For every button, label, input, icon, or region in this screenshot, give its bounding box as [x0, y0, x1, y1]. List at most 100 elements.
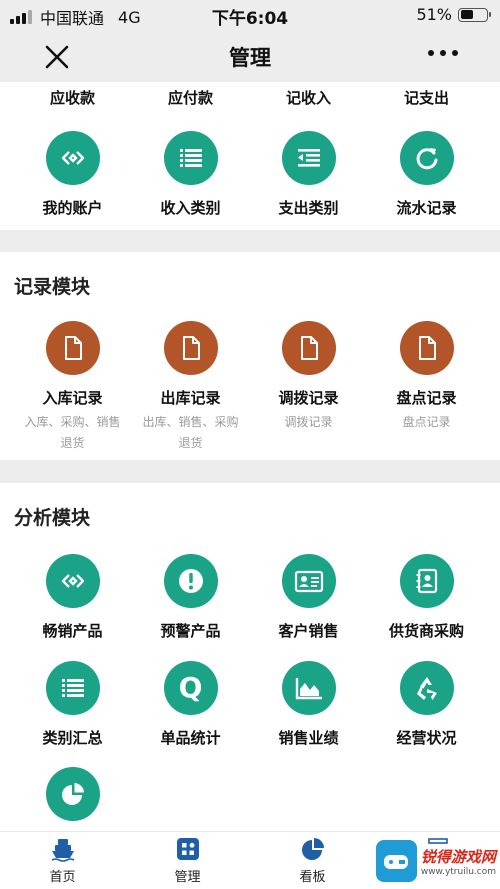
warning-icon: [178, 569, 203, 593]
single-item-stats-icon-circle: Q: [163, 661, 218, 715]
warning-product-item[interactable]: 预警产品: [128, 554, 253, 641]
nav-bar: 管理: [0, 30, 500, 82]
inbound-record-desc-line1: 入库、采购、销售: [24, 415, 121, 429]
supplier-purchase-icon-circle: [399, 554, 454, 608]
battery-percent: 51%: [416, 5, 452, 24]
income-category-icon-circle: [163, 131, 218, 185]
transfer-record-desc-line1: 调拨记录: [284, 415, 333, 429]
best-selling-icon-circle: [45, 554, 100, 608]
single-item-stats-label: 单品统计: [160, 729, 221, 747]
category-summary-icon-circle: [45, 661, 100, 715]
category-summary-label: 类别汇总: [42, 729, 103, 747]
cash-flow-item[interactable]: 流水记录: [364, 131, 489, 218]
list-icon: [179, 149, 202, 167]
more-dot-icon: [428, 50, 434, 56]
watermark-logo-icon: [376, 840, 417, 882]
status-right: 51%: [416, 5, 491, 24]
link-diamond-icon: [61, 151, 84, 165]
outbound-record-desc-line2: 退货: [178, 436, 203, 450]
outdent-list-icon: [297, 149, 320, 167]
area-chart-icon: [295, 678, 322, 700]
customer-sales-label: 客户销售: [278, 622, 339, 640]
more-button[interactable]: [422, 50, 458, 56]
expense-category-label: 支出类别: [278, 199, 339, 217]
best-selling-item[interactable]: 畅销产品: [10, 554, 135, 641]
grid-apps-icon: [175, 836, 201, 862]
outbound-record-icon-circle: [163, 321, 218, 375]
inbound-record-label: 入库记录: [42, 389, 103, 407]
list-icon: [61, 679, 84, 697]
link-diamond-icon: [61, 574, 84, 588]
best-selling-label: 畅销产品: [42, 622, 103, 640]
document-icon: [182, 336, 200, 360]
category-summary-item[interactable]: 类别汇总: [10, 661, 135, 748]
sales-performance-item[interactable]: 销售业绩: [246, 661, 371, 748]
tab-home[interactable]: 首页: [0, 836, 125, 885]
my-account-item[interactable]: 我的账户: [10, 131, 135, 218]
tab-bar: 首页 管理 看板 锐得游戏网 www.ytruilu.com: [0, 831, 500, 889]
more-dot-icon: [440, 50, 446, 56]
warning-product-label: 预警产品: [160, 622, 221, 640]
customer-sales-icon-circle: [281, 554, 336, 608]
analysis-module-title: 分析模块: [14, 507, 91, 529]
battery-icon: [458, 7, 491, 22]
analysis-pie-icon-circle: [45, 767, 100, 821]
inbound-record-icon-circle: [45, 321, 100, 375]
expense-category-icon-circle: [281, 131, 336, 185]
stocktake-record-desc: 盘点记录: [402, 412, 450, 433]
watermark-name: 锐得游戏网: [420, 847, 496, 866]
more-dot-icon: [452, 50, 458, 56]
outbound-record-label: 出库记录: [160, 389, 221, 407]
recycle-icon: [416, 677, 437, 700]
ship-icon: [50, 836, 76, 862]
inbound-record-item[interactable]: 入库记录 入库、采购、销售 退货: [10, 321, 135, 454]
my-account-icon-circle: [45, 131, 100, 185]
warning-product-icon-circle: [163, 554, 218, 608]
top-module-card: 应收款 应付款 记收入 记支出 我的账户 收入类别 支出类别 流水记录: [0, 82, 500, 230]
transfer-record-label: 调拨记录: [278, 389, 339, 407]
customer-sales-item[interactable]: 客户销售: [246, 554, 371, 641]
tab-dashboard-label: 看板: [299, 870, 326, 885]
watermark-text: 锐得游戏网 www.ytruilu.com: [421, 846, 496, 877]
business-status-label: 经营状况: [396, 729, 457, 747]
record-module-card: 记录模块 入库记录 入库、采购、销售 退货 出库记录 出库、销售、采购 退货 调…: [0, 252, 500, 460]
cash-flow-label: 流水记录: [396, 199, 457, 217]
transfer-record-icon-circle: [281, 321, 336, 375]
tab-dashboard[interactable]: 看板: [250, 836, 375, 885]
payables-link[interactable]: 应付款: [128, 87, 253, 108]
business-status-icon-circle: [399, 661, 454, 715]
supplier-purchase-item[interactable]: 供货商采购: [364, 554, 489, 641]
document-icon: [300, 336, 318, 360]
supplier-purchase-label: 供货商采购: [388, 622, 464, 640]
status-bar: 中国联通 4G 下午6:04 51%: [0, 0, 500, 30]
sales-performance-label: 销售业绩: [278, 729, 339, 747]
income-category-item[interactable]: 收入类别: [128, 131, 253, 218]
outbound-record-item[interactable]: 出库记录 出库、销售、采购 退货: [128, 321, 253, 454]
document-icon: [418, 336, 436, 360]
stocktake-record-desc-line1: 盘点记录: [402, 415, 451, 429]
tab-manage-label: 管理: [174, 870, 201, 885]
tab-home-label: 首页: [49, 870, 76, 885]
stocktake-record-item[interactable]: 盘点记录 盘点记录: [364, 321, 489, 433]
transfer-record-item[interactable]: 调拨记录 调拨记录: [246, 321, 371, 433]
inbound-record-desc-line2: 退货: [60, 436, 85, 450]
id-card-icon: [294, 570, 323, 593]
pie-chart-icon: [61, 783, 84, 805]
watermark-url: www.ytruilu.com: [420, 866, 496, 877]
analysis-pie-item[interactable]: [10, 767, 135, 821]
record-income-link[interactable]: 记收入: [246, 87, 371, 108]
watermark: 锐得游戏网 www.ytruilu.com: [376, 837, 496, 885]
document-icon: [64, 336, 82, 360]
pie-chart-icon: [300, 836, 326, 862]
transfer-record-desc: 调拨记录: [284, 412, 332, 433]
record-expense-link[interactable]: 记支出: [364, 87, 489, 108]
expense-category-item[interactable]: 支出类别: [246, 131, 371, 218]
outbound-record-desc: 出库、销售、采购 退货: [142, 412, 238, 454]
business-status-item[interactable]: 经营状况: [364, 661, 489, 748]
tab-manage[interactable]: 管理: [125, 836, 250, 885]
single-item-stats-item[interactable]: Q 单品统计: [128, 661, 253, 748]
receivables-link[interactable]: 应收款: [10, 87, 135, 108]
inbound-record-desc: 入库、采购、销售 退货: [24, 412, 120, 454]
contacts-book-icon: [416, 568, 437, 594]
analysis-module-card: 分析模块 畅销产品 预警产品 客户销售 供货商采购 类别汇总 Q 单品统计 销售…: [0, 483, 500, 831]
